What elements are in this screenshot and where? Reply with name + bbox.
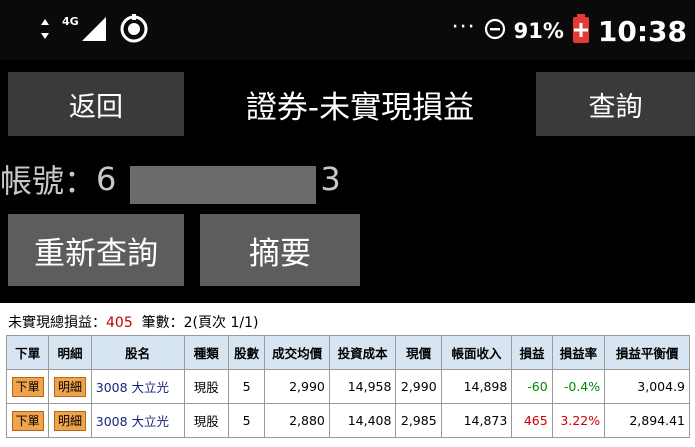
col-header-kind: 種類: [183, 335, 229, 370]
book-income: 14,898: [440, 369, 513, 404]
query-button[interactable]: 查詢: [536, 72, 695, 136]
network-type: 4G: [62, 14, 79, 28]
stock-name: 3008 大立光: [90, 369, 185, 404]
col-header-shares: 股數: [227, 335, 266, 370]
current-price: 2,985: [395, 403, 442, 438]
breakeven-price: 2,894.41: [604, 403, 690, 438]
clock: 10:38: [597, 14, 687, 48]
table-row: 下單 明細 3008 大立光 現股 5 2,990 14,958 2,990 1…: [5, 369, 690, 404]
status-bar: 4G ··· 91% 10:38: [0, 0, 695, 60]
account-redaction: [130, 166, 316, 204]
record-count: 筆數：2(頁次 1/1): [132, 315, 259, 331]
more-dots: ···: [451, 14, 476, 40]
breakeven-price: 3,004.9: [604, 369, 690, 404]
total-pnl-label: 未實現總損益：: [8, 315, 106, 331]
data-arrows-icon: [40, 18, 50, 44]
book-income: 14,873: [440, 403, 513, 438]
detail-button[interactable]: 明細: [54, 410, 87, 431]
app-header: 返回 證券-未實現損益 查詢: [0, 60, 695, 150]
col-header-avg-price: 成交均價: [264, 335, 330, 370]
account-number-suffix: 3: [320, 160, 341, 198]
pnl-rate: 3.22%: [551, 403, 606, 438]
pnl: 465: [511, 403, 553, 438]
summary-line: 未實現總損益：405 筆數：2(頁次 1/1): [8, 312, 258, 332]
cost: 14,958: [328, 369, 397, 404]
avg-price: 2,880: [264, 403, 330, 438]
requery-button[interactable]: 重新查詢: [8, 214, 184, 286]
col-header-price: 現價: [395, 335, 442, 370]
positions-table: 下單 明細 股名 種類 股數 成交均價 投資成本 現價 帳面收入 損益 損益率 …: [5, 335, 690, 438]
results-panel: 未實現總損益：405 筆數：2(頁次 1/1) 下單 明細 股名 種類 股數 成…: [0, 303, 695, 447]
order-button[interactable]: 下單: [11, 376, 44, 397]
current-price: 2,990: [395, 369, 442, 404]
cost: 14,408: [328, 403, 397, 438]
status-left: 4G: [40, 14, 149, 48]
stock-name: 3008 大立光: [90, 403, 185, 438]
col-header-detail: 明細: [48, 335, 92, 370]
stock-kind: 現股: [183, 369, 229, 404]
total-pnl-value: 405: [106, 315, 133, 331]
col-header-pnl: 損益: [511, 335, 553, 370]
col-header-book-income: 帳面收入: [440, 335, 513, 370]
col-header-stock: 股名: [90, 335, 185, 370]
summary-button[interactable]: 摘要: [200, 214, 360, 286]
battery-icon: [572, 14, 590, 48]
signal-icon: [81, 16, 107, 46]
avg-price: 2,990: [264, 369, 330, 404]
detail-button[interactable]: 明細: [54, 376, 87, 397]
col-header-pnl-rate: 損益率: [551, 335, 606, 370]
table-row: 下單 明細 3008 大立光 現股 5 2,880 14,408 2,985 1…: [5, 403, 690, 438]
pnl-rate: -0.4%: [551, 369, 606, 404]
col-header-order: 下單: [5, 335, 50, 370]
location-icon: [119, 14, 149, 48]
dnd-icon: [484, 18, 506, 44]
share-count: 5: [227, 403, 266, 438]
order-button[interactable]: 下單: [11, 410, 44, 431]
share-count: 5: [227, 369, 266, 404]
status-right: ··· 91% 10:38: [452, 12, 687, 50]
account-label: 帳號：: [0, 162, 97, 200]
pnl: -60: [511, 369, 553, 404]
col-header-breakeven: 損益平衡價: [604, 335, 690, 370]
stock-kind: 現股: [183, 403, 229, 438]
col-header-cost: 投資成本: [328, 335, 397, 370]
table-header-row: 下單 明細 股名 種類 股數 成交均價 投資成本 現價 帳面收入 損益 損益率 …: [5, 335, 690, 370]
battery-percent: 91%: [513, 19, 564, 43]
page-title: 證券-未實現損益: [245, 89, 475, 126]
account-number-prefix: 6: [96, 160, 117, 198]
back-button[interactable]: 返回: [8, 72, 184, 136]
